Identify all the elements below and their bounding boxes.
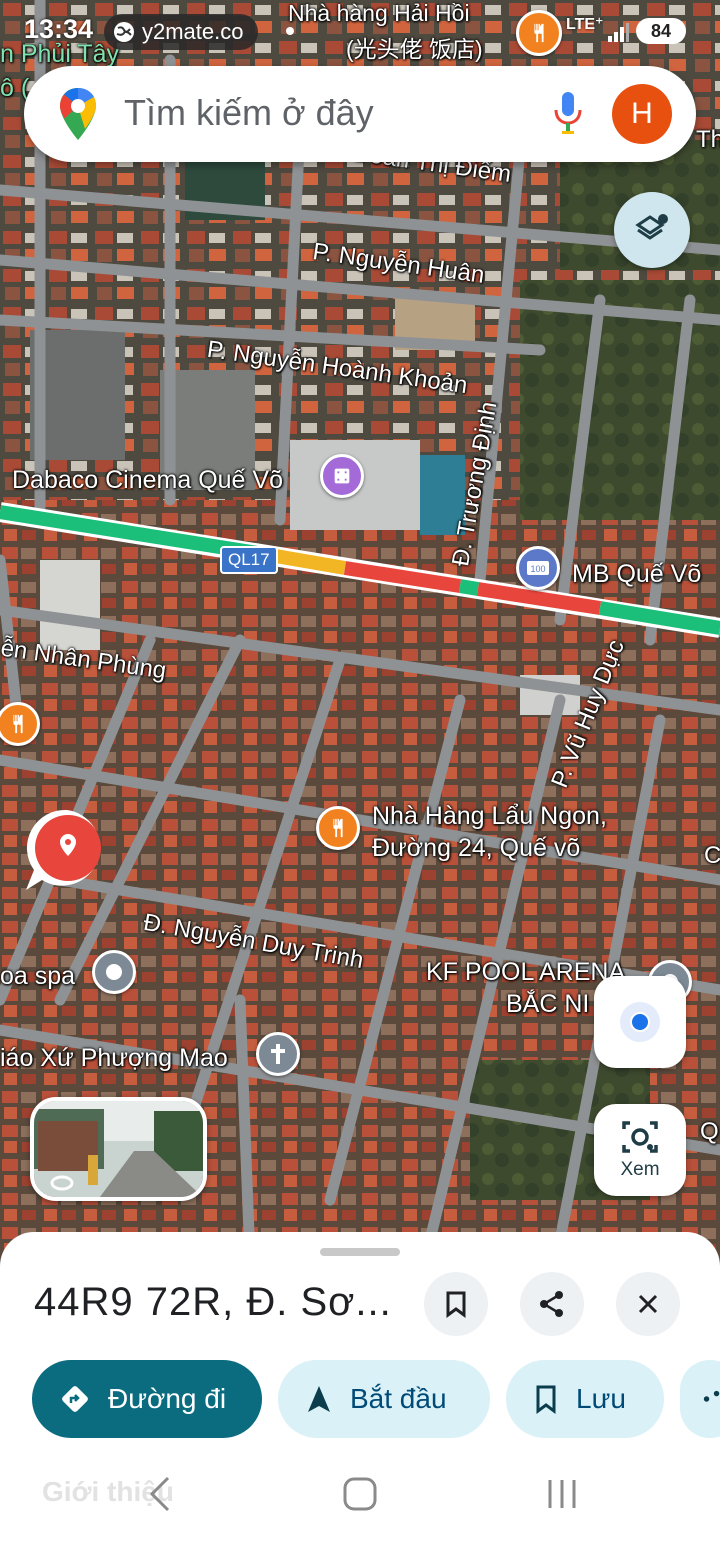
account-avatar[interactable]: H bbox=[612, 84, 672, 144]
place-label-kf-pool[interactable]: KF POOL ARENA bbox=[426, 958, 625, 987]
status-tab-pill: y2mate.co bbox=[104, 14, 258, 50]
place-label-lau-ngon-2[interactable]: Đường 24, Quế võ bbox=[372, 834, 580, 863]
microphone-icon[interactable] bbox=[552, 90, 584, 138]
back-nav-icon[interactable] bbox=[146, 1474, 172, 1514]
navigation-arrow-icon bbox=[308, 1386, 330, 1412]
battery-indicator: 84 bbox=[636, 18, 686, 44]
place-label-phui-tay-2[interactable]: ô ( bbox=[0, 74, 29, 103]
share-icon bbox=[540, 1291, 563, 1317]
fork-knife-icon bbox=[333, 818, 343, 838]
place-pin-spa[interactable] bbox=[92, 950, 136, 994]
directions-label: Đường đi bbox=[108, 1383, 227, 1414]
directions-button[interactable]: Đường đi bbox=[32, 1360, 262, 1438]
sheet-drag-handle[interactable] bbox=[320, 1248, 400, 1256]
bookmark-icon bbox=[536, 1385, 556, 1414]
maps-logo-icon bbox=[60, 88, 96, 140]
street-view-image bbox=[34, 1101, 203, 1197]
place-label-mb-que-vo[interactable]: MB Quế Võ bbox=[572, 560, 701, 589]
layers-icon bbox=[635, 214, 668, 240]
search-input[interactable]: Tìm kiếm ở đây bbox=[124, 92, 374, 134]
dropped-pin[interactable] bbox=[22, 806, 112, 896]
avatar-letter: H bbox=[631, 97, 653, 130]
recents-nav-icon[interactable] bbox=[546, 1474, 578, 1514]
highway-shield-ql17: QL17 bbox=[220, 546, 278, 574]
church-pin[interactable] bbox=[256, 1032, 300, 1076]
street-view-thumbnail[interactable] bbox=[30, 1097, 207, 1201]
status-tab-label: y2mate.co bbox=[142, 19, 244, 44]
bookmark-icon bbox=[446, 1291, 466, 1318]
camera-lens-icon bbox=[622, 1121, 658, 1153]
notification-dot bbox=[286, 27, 294, 35]
more-chip-button[interactable] bbox=[680, 1360, 720, 1438]
lens-button[interactable]: Xem bbox=[594, 1104, 686, 1196]
save-button[interactable]: Lưu bbox=[506, 1360, 664, 1438]
place-title: 44R9 72R, Đ. Sơ... bbox=[34, 1280, 392, 1324]
road-label-partial-c: C bbox=[704, 842, 720, 869]
close-icon bbox=[638, 1294, 658, 1314]
signal-icon bbox=[608, 23, 629, 42]
location-dot-icon bbox=[620, 1002, 660, 1042]
status-bar: 13:34 y2mate.co LTE⁺ 84 bbox=[0, 0, 720, 62]
road-label-partial-q: Q bbox=[700, 1118, 719, 1145]
home-nav-icon[interactable] bbox=[342, 1474, 378, 1514]
place-label-kf-pool-2[interactable]: BẮC NI bbox=[506, 990, 589, 1019]
start-button[interactable]: Bắt đầu bbox=[278, 1360, 490, 1438]
place-label-giao-xu[interactable]: iáo Xứ Phượng Mao bbox=[0, 1044, 228, 1073]
bank-pin-mb[interactable]: 100 bbox=[516, 546, 560, 590]
place-label-spa[interactable]: oa spa bbox=[0, 962, 75, 991]
save-label: Lưu bbox=[576, 1383, 626, 1414]
status-time: 13:34 bbox=[24, 14, 94, 44]
share-icon bbox=[703, 1390, 720, 1402]
fork-knife-icon bbox=[13, 714, 23, 734]
cross-icon bbox=[271, 1044, 285, 1064]
restaurant-pin-lau-ngon[interactable] bbox=[316, 806, 360, 850]
place-label-lau-ngon[interactable]: Nhà Hàng Lẩu Ngon, bbox=[372, 802, 607, 831]
search-bar[interactable]: Tìm kiếm ở đây H bbox=[24, 66, 696, 162]
network-indicator: LTE⁺ bbox=[566, 16, 604, 33]
save-icon-button[interactable] bbox=[424, 1272, 488, 1336]
lens-label: Xem bbox=[620, 1159, 660, 1180]
share-button[interactable] bbox=[520, 1272, 584, 1336]
close-button[interactable] bbox=[616, 1272, 680, 1336]
globe-icon bbox=[114, 22, 134, 42]
place-label-dabaco-cinema[interactable]: Dabaco Cinema Quế Võ bbox=[12, 466, 283, 495]
my-location-button[interactable] bbox=[594, 976, 686, 1068]
road-label-partial-th: Th bbox=[696, 126, 720, 153]
layers-button[interactable] bbox=[614, 192, 690, 268]
battery-level: 84 bbox=[650, 20, 672, 41]
dot-icon bbox=[106, 964, 122, 980]
film-icon bbox=[334, 468, 350, 484]
satellite-map[interactable]: Đoàn Thị Điểm P. Nguyễn Huân P. Nguyễn H… bbox=[0, 0, 720, 1260]
svg-text:100: 100 bbox=[530, 564, 545, 574]
cinema-pin[interactable] bbox=[320, 454, 364, 498]
start-label: Bắt đầu bbox=[350, 1383, 447, 1414]
bank-note-icon: 100 bbox=[527, 561, 549, 575]
directions-icon bbox=[62, 1386, 88, 1412]
